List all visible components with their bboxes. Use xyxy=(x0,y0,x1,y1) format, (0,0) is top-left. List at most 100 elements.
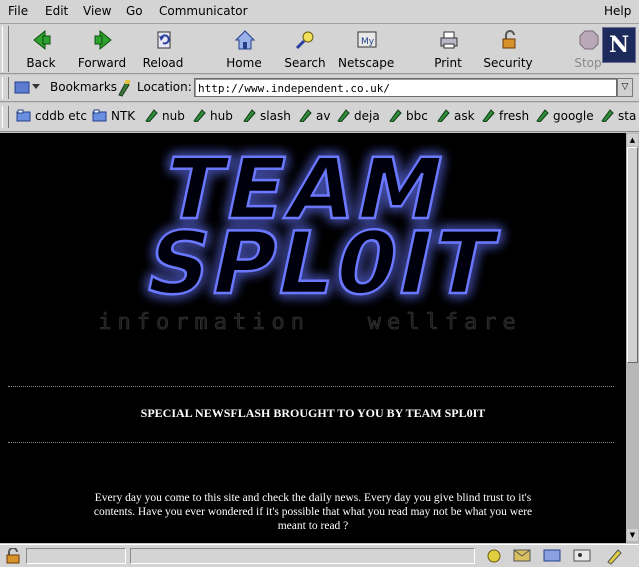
reload-button[interactable]: Reload xyxy=(135,26,191,72)
mail-component-icon[interactable] xyxy=(513,549,531,562)
search-label: Search xyxy=(284,56,326,70)
status-bar xyxy=(0,544,639,567)
team-sploit-logo: TEAM SPL0IT information wellfare xyxy=(98,140,521,336)
stop-icon xyxy=(579,30,599,50)
print-button[interactable]: Print xyxy=(420,26,476,72)
bookmark-icon xyxy=(482,109,495,122)
menu-communicator[interactable]: Communicator xyxy=(159,4,248,18)
component-bar xyxy=(487,549,622,565)
search-icon xyxy=(295,31,314,50)
bookmark-icon xyxy=(243,109,256,122)
bookmark-sta[interactable]: sta xyxy=(600,109,636,123)
bookmark-nub[interactable]: nub xyxy=(144,109,185,123)
address-book-component-icon[interactable] xyxy=(573,549,591,562)
security-lock-icon xyxy=(502,30,516,49)
bookmark-label: deja xyxy=(354,109,380,123)
bookmark-deja[interactable]: deja xyxy=(336,109,380,123)
body-paragraph: Every day you come to this site and chec… xyxy=(93,492,533,532)
bookmark-icon xyxy=(437,109,450,122)
navigator-component-icon[interactable] xyxy=(487,549,501,563)
bookmark-label: google xyxy=(553,109,594,123)
netscape-label: Netscape xyxy=(338,56,395,70)
personal-toolbar: cddb etc NTK nub hub slash av deja bbc a… xyxy=(0,103,639,132)
folder-icon xyxy=(16,109,31,122)
bookmark-label: slash xyxy=(260,109,291,123)
progress-field xyxy=(26,548,126,564)
bookmark-google[interactable]: google xyxy=(535,109,594,123)
bookmarks-icon xyxy=(14,81,40,94)
folder-icon xyxy=(92,109,107,122)
security-button[interactable]: Security xyxy=(480,26,536,72)
personal-grip[interactable] xyxy=(2,106,9,128)
bookmark-icon xyxy=(536,109,549,122)
netscape-button[interactable]: My Netscape xyxy=(338,26,394,72)
url-dropdown-button[interactable]: ▽ xyxy=(617,78,633,97)
logo-line-2: SPL0IT xyxy=(137,213,507,314)
bookmarks-label: Bookmarks xyxy=(50,80,118,94)
bookmark-icon xyxy=(337,109,350,122)
bookmark-icon xyxy=(193,109,206,122)
scroll-down-arrow-icon[interactable]: ▼ xyxy=(627,529,638,541)
bookmark-label: NTK xyxy=(111,109,136,123)
netscape-logo[interactable]: N xyxy=(602,27,636,63)
reload-icon xyxy=(157,31,171,49)
back-label: Back xyxy=(26,56,56,70)
back-button[interactable]: Back xyxy=(13,26,69,72)
divider-bottom xyxy=(8,442,614,443)
back-arrow-icon xyxy=(33,29,51,51)
bookmark-slash[interactable]: slash xyxy=(242,109,291,123)
bookmark-icon xyxy=(389,109,402,122)
bookmark-label: hub xyxy=(210,109,233,123)
composer-component-icon[interactable] xyxy=(607,549,622,565)
bookmark-label: ask xyxy=(454,109,475,123)
print-icon xyxy=(440,31,458,49)
svg-text:My: My xyxy=(361,37,375,47)
navigation-toolbar: Back Forward Reload Home Search My Netsc… xyxy=(0,24,639,74)
url-input[interactable]: http://www.independent.co.uk/ xyxy=(194,78,617,97)
search-button[interactable]: Search xyxy=(277,26,333,72)
bookmark-icon xyxy=(145,109,158,122)
bookmark-ntk[interactable]: NTK xyxy=(92,109,135,123)
bookmark-label: fresh xyxy=(499,109,530,123)
logo-tagline: information wellfare xyxy=(98,310,521,335)
home-label: Home xyxy=(226,56,262,70)
bookmark-ask[interactable]: ask xyxy=(436,109,475,123)
bookmark-icon xyxy=(601,109,614,122)
scroll-thumb[interactable] xyxy=(627,147,638,363)
location-label: Location: xyxy=(137,80,192,94)
forward-button[interactable]: Forward xyxy=(74,26,130,72)
security-label: Security xyxy=(483,56,533,70)
menu-help[interactable]: Help xyxy=(604,4,631,18)
newsgroups-component-icon[interactable] xyxy=(543,549,561,562)
menu-bar: File Edit View Go Communicator Help xyxy=(0,0,639,24)
forward-label: Forward xyxy=(77,56,127,70)
bookmark-fresh[interactable]: fresh xyxy=(481,109,529,123)
bookmark-bbc[interactable]: bbc xyxy=(388,109,428,123)
menu-file[interactable]: File xyxy=(8,4,28,18)
divider-top xyxy=(8,386,614,387)
vertical-scrollbar[interactable]: ▲ ▼ xyxy=(626,133,639,543)
bookmark-icon xyxy=(299,109,312,122)
bookmark-av[interactable]: av xyxy=(298,109,330,123)
menu-edit[interactable]: Edit xyxy=(45,4,68,18)
bookmark-label: nub xyxy=(162,109,185,123)
home-icon xyxy=(234,30,256,50)
bookmark-label: cddb etc xyxy=(35,109,87,123)
netscape-icon: My xyxy=(357,31,377,48)
bookmark-label: bbc xyxy=(406,109,428,123)
bookmark-label: av xyxy=(316,109,331,123)
location-grip[interactable] xyxy=(2,77,9,99)
bookmark-label: sta xyxy=(618,109,637,123)
status-message-field xyxy=(130,548,475,564)
home-button[interactable]: Home xyxy=(216,26,272,72)
location-proxy-icon[interactable] xyxy=(116,79,132,97)
menu-view[interactable]: View xyxy=(83,4,111,18)
scroll-up-arrow-icon[interactable]: ▲ xyxy=(627,134,638,146)
menu-go[interactable]: Go xyxy=(126,4,143,18)
newsflash-heading: SPECIAL NEWSFLASH BROUGHT TO YOU BY TEAM… xyxy=(140,406,486,420)
bookmark-cddb-etc[interactable]: cddb etc xyxy=(16,109,87,123)
security-status-icon[interactable] xyxy=(4,548,22,564)
toolbar-grip[interactable] xyxy=(2,26,9,72)
forward-arrow-icon xyxy=(94,29,112,51)
bookmark-hub[interactable]: hub xyxy=(192,109,233,123)
